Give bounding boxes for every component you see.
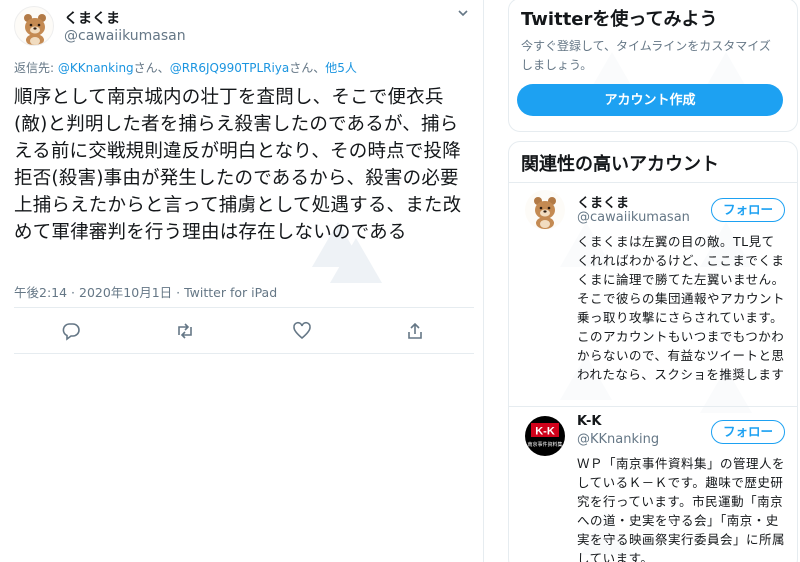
account-item[interactable]: くまくま @cawaiikumasan フォロー くまくまは左翼の目の敵。TL見… [509,182,797,408]
avatar[interactable] [525,190,565,230]
follow-button[interactable]: フォロー [711,198,785,222]
reply-prefix: 返信先: [14,61,58,75]
follow-button[interactable]: フォロー [711,420,785,444]
kk-avatar-subtext: 南京事件資料集 [527,441,562,448]
author-handle[interactable]: @cawaiikumasan [64,28,186,44]
account-handle[interactable]: @cawaiikumasan [577,210,690,225]
create-account-button[interactable]: アカウント作成 [517,84,783,116]
signup-card: Twitterを使ってみよう 今すぐ登録して、タイムラインをカスタマイズしましょ… [508,0,798,132]
account-name[interactable]: くまくま [577,192,629,211]
chevron-down-icon[interactable] [456,6,470,24]
bear-avatar-icon [534,197,556,229]
author-name[interactable]: くまくま [64,8,120,28]
related-accounts-card: 関連性の高いアカウント くまくま @cawaiikumasan フォロー くまく… [508,141,798,562]
account-name[interactable]: K-K [577,414,601,429]
tweet-actions [14,318,474,344]
related-title: 関連性の高いアカウント [521,154,719,175]
tweet-header: くまくま @cawaiikumasan [14,6,474,46]
reply-mention-riya[interactable]: @RR6JQ990TPLRiya [170,61,290,75]
reply-others-link[interactable]: 他5人 [325,61,357,75]
reply-icon[interactable] [58,318,84,344]
share-icon[interactable] [402,318,428,344]
signup-title: Twitterを使ってみよう [521,9,718,30]
reply-separator: さん、 [289,61,326,75]
avatar[interactable] [14,6,54,46]
reply-to-line: 返信先: @KKnankingさん、@RR6JQ990TPLRiyaさん、他5人 [14,59,357,76]
reply-separator: さん、 [133,61,170,75]
like-icon[interactable] [289,318,315,344]
sidebar: Twitterを使ってみよう 今すぐ登録して、タイムラインをカスタマイズしましょ… [500,0,800,562]
account-handle[interactable]: @KKnanking [577,432,659,447]
divider [14,353,474,354]
account-bio: くまくまは左翼の目の敵。TL見てくれればわかるけど、ここまでくまくまに論理で勝て… [577,234,786,382]
account-bio: ＷＰ「南京事件資料集」の管理人をしているＫ－Ｋです。趣味で歴史研究を行っています… [577,456,786,562]
tweet-text: 順序として南京城内の壮丁を査問し、そこで便衣兵(敵)と判明した者を捕らえ殺害した… [14,87,462,243]
bear-avatar-icon [24,14,46,45]
signup-description: 今すぐ登録して、タイムラインをカスタマイズしましょう。 [521,39,771,72]
reply-mention-kknanking[interactable]: @KKnanking [58,61,134,75]
divider [14,307,474,308]
account-item[interactable]: K-K 南京事件資料集 K-K @KKnanking フォロー ＷＰ「南京事件資… [509,406,797,562]
kk-avatar-text: K-K [535,426,555,438]
tweet-detail: くまくま @cawaiikumasan 返信先: @KKnankingさん、@R… [0,0,484,562]
kk-avatar-icon[interactable]: K-K 南京事件資料集 [525,416,565,456]
tweet-timestamp[interactable]: 午後2:14 · 2020年10月1日 · Twitter for iPad [14,282,277,301]
retweet-icon[interactable] [172,318,198,344]
